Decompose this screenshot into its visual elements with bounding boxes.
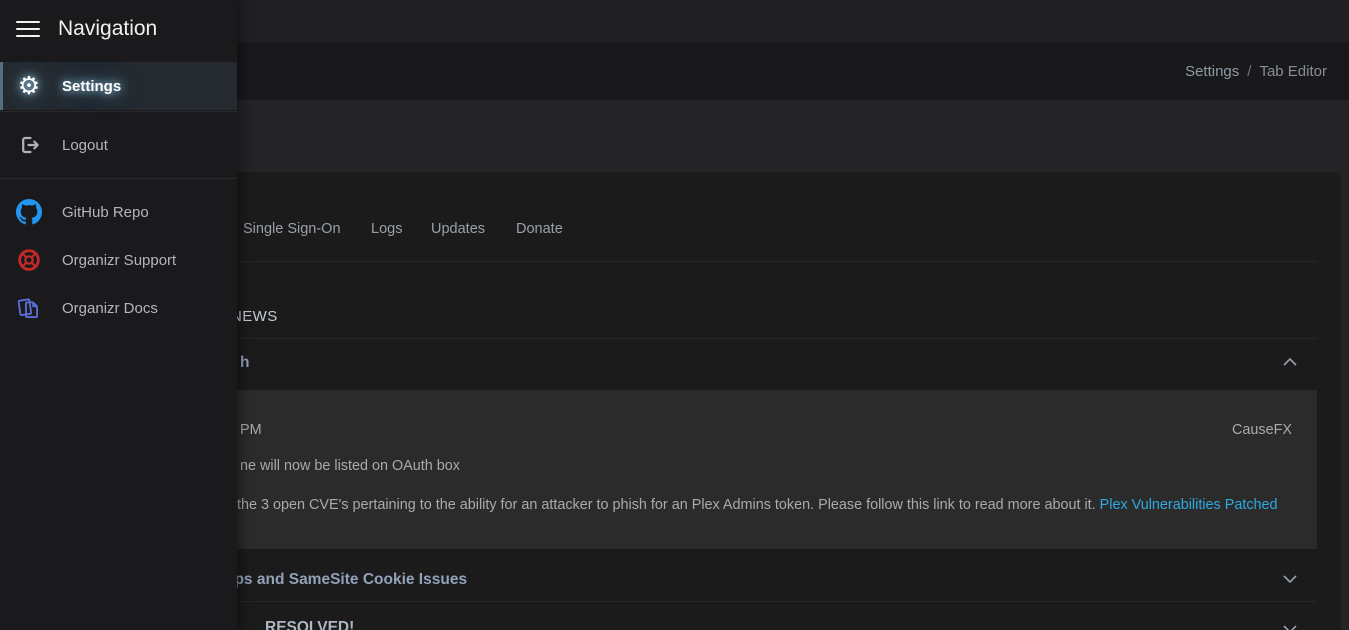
divider xyxy=(0,178,237,179)
sidebar-title: Navigation xyxy=(58,17,157,41)
news-item-line2: the 3 open CVE's pertaining to the abili… xyxy=(237,497,1278,513)
plex-vulnerabilities-link[interactable]: Plex Vulnerabilities Patched xyxy=(1100,497,1278,513)
gear-icon: ⚙ xyxy=(16,73,42,99)
sidebar-item-label: Logout xyxy=(62,137,108,154)
subtab-single-sign-on[interactable]: Single Sign-On xyxy=(243,205,341,253)
sidebar-link-label: GitHub Repo xyxy=(62,204,149,221)
sidebar-link-label: Organizr Support xyxy=(62,252,176,269)
news-item-author: CauseFX xyxy=(1232,422,1292,438)
chevron-down-icon[interactable] xyxy=(1281,622,1299,630)
breadcrumb-separator: / xyxy=(1247,63,1251,80)
sidebar-item-label: Settings xyxy=(62,78,121,95)
github-icon xyxy=(16,199,42,225)
sidebar-link-github-repo[interactable]: GitHub Repo xyxy=(0,188,237,236)
breadcrumb: Settings / Tab Editor xyxy=(1185,42,1327,100)
news-item-line2-text: the 3 open CVE's pertaining to the abili… xyxy=(237,497,1100,513)
news-section-label: NEWS xyxy=(231,308,278,325)
organizr-app: Settings / Tab Editor admin xyxy=(0,0,1349,630)
life-preserver-icon xyxy=(16,247,42,273)
sidebar-item-settings[interactable]: ⚙ Settings xyxy=(0,62,237,110)
sidebar-link-label: Organizr Docs xyxy=(62,300,158,317)
sidebar-header: Navigation xyxy=(0,0,237,58)
hamburger-menu-icon[interactable] xyxy=(16,21,40,38)
subtab-updates[interactable]: Updates xyxy=(431,205,485,253)
navigation-sidebar: Navigation ⚙ Settings Logout xyxy=(0,0,237,630)
logout-icon xyxy=(16,132,42,158)
news-item-title[interactable]: h xyxy=(240,354,249,372)
news-item-line1: ne will now be listed on OAuth box xyxy=(240,458,460,474)
sidebar-link-organizr-support[interactable]: Organizr Support xyxy=(0,236,237,284)
sidebar-link-organizr-docs[interactable]: Organizr Docs xyxy=(0,284,237,332)
news-item-title[interactable]: ops and SameSite Cookie Issues xyxy=(225,571,467,589)
documents-icon xyxy=(16,295,42,321)
sidebar-item-logout[interactable]: Logout xyxy=(0,112,237,178)
breadcrumb-settings-link[interactable]: Settings xyxy=(1185,63,1239,80)
chevron-up-icon[interactable] xyxy=(1281,355,1299,374)
chevron-down-icon[interactable] xyxy=(1281,572,1299,591)
subtab-donate[interactable]: Donate xyxy=(516,205,563,253)
breadcrumb-current-page: Tab Editor xyxy=(1259,63,1327,80)
news-item-title[interactable]: RESOLVED! xyxy=(265,619,354,630)
subtab-logs[interactable]: Logs xyxy=(371,205,402,253)
